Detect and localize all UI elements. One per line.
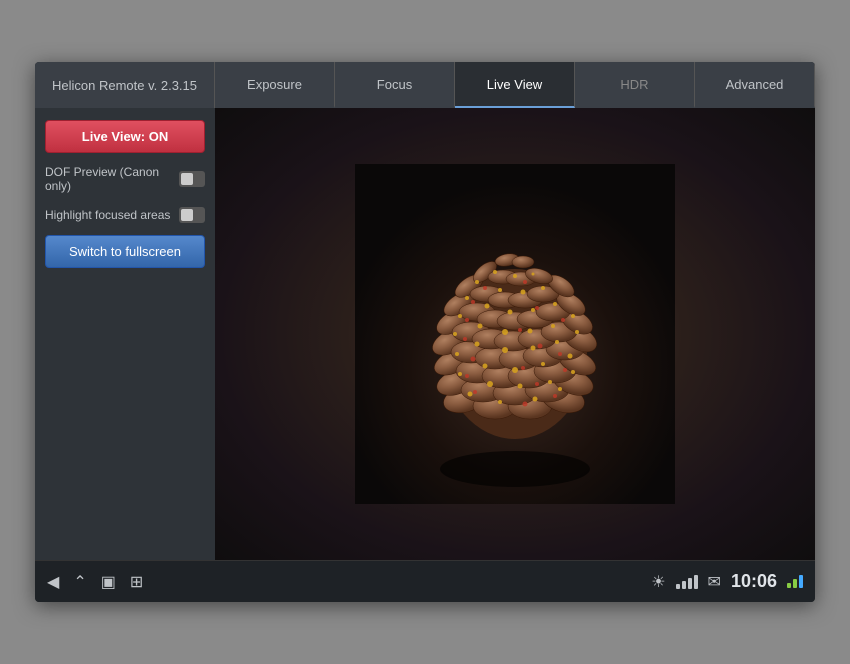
tab-advanced[interactable]: Advanced <box>695 62 815 108</box>
tab-exposure[interactable]: Exposure <box>215 62 335 108</box>
app-title-text: Helicon Remote v. 2.3.15 <box>52 78 197 93</box>
tab-focus[interactable]: Focus <box>335 62 455 108</box>
recent-icon[interactable]: ▣ <box>101 572 116 592</box>
highlight-focused-label: Highlight focused areas <box>45 208 170 222</box>
tab-bar: Helicon Remote v. 2.3.15 Exposure Focus … <box>35 62 815 108</box>
app-title: Helicon Remote v. 2.3.15 <box>35 62 215 108</box>
signal-bar-1 <box>676 584 680 589</box>
highlight-focused-toggle[interactable] <box>179 207 205 223</box>
signal-icon <box>676 575 698 589</box>
fullscreen-button[interactable]: Switch to fullscreen <box>45 235 205 268</box>
email-icon: ✉ <box>708 572 721 592</box>
tab-hdr[interactable]: HDR <box>575 62 695 108</box>
status-bar: ◀ ⌃ ▣ ⊞ ☀ ✉ 10:06 <box>35 560 815 602</box>
signal-bar-2 <box>682 581 686 589</box>
camera-icon: ☀ <box>651 572 665 592</box>
battery-wifi-icon <box>787 575 803 588</box>
live-view-button[interactable]: Live View: ON <box>45 120 205 153</box>
main-content: Live View: ON DOF Preview (Canon only) H… <box>35 108 815 560</box>
status-right: ☀ ✉ 10:06 <box>651 571 803 592</box>
wifi-bar-1 <box>787 583 791 588</box>
wifi-bar-2 <box>793 579 797 588</box>
pine-cone-image <box>355 164 675 504</box>
tab-liveview[interactable]: Live View <box>455 62 575 108</box>
camera-preview <box>215 108 815 560</box>
highlight-focused-row: Highlight focused areas <box>45 205 205 225</box>
grid-icon[interactable]: ⊞ <box>130 572 143 592</box>
back-icon[interactable]: ◀ <box>47 572 59 592</box>
signal-bar-3 <box>688 578 692 589</box>
clock: 10:06 <box>731 571 777 592</box>
nav-buttons: ◀ ⌃ ▣ ⊞ <box>47 572 143 592</box>
device-frame: Helicon Remote v. 2.3.15 Exposure Focus … <box>35 62 815 602</box>
dof-preview-label: DOF Preview (Canon only) <box>45 165 179 193</box>
sidebar: Live View: ON DOF Preview (Canon only) H… <box>35 108 215 560</box>
tabs-container: Exposure Focus Live View HDR Advanced <box>215 62 815 108</box>
camera-view <box>215 108 815 560</box>
dof-preview-toggle[interactable] <box>179 171 205 187</box>
home-icon[interactable]: ⌃ <box>73 572 86 592</box>
dof-preview-row: DOF Preview (Canon only) <box>45 163 205 195</box>
wifi-bar-3 <box>799 575 803 588</box>
signal-bar-4 <box>694 575 698 589</box>
